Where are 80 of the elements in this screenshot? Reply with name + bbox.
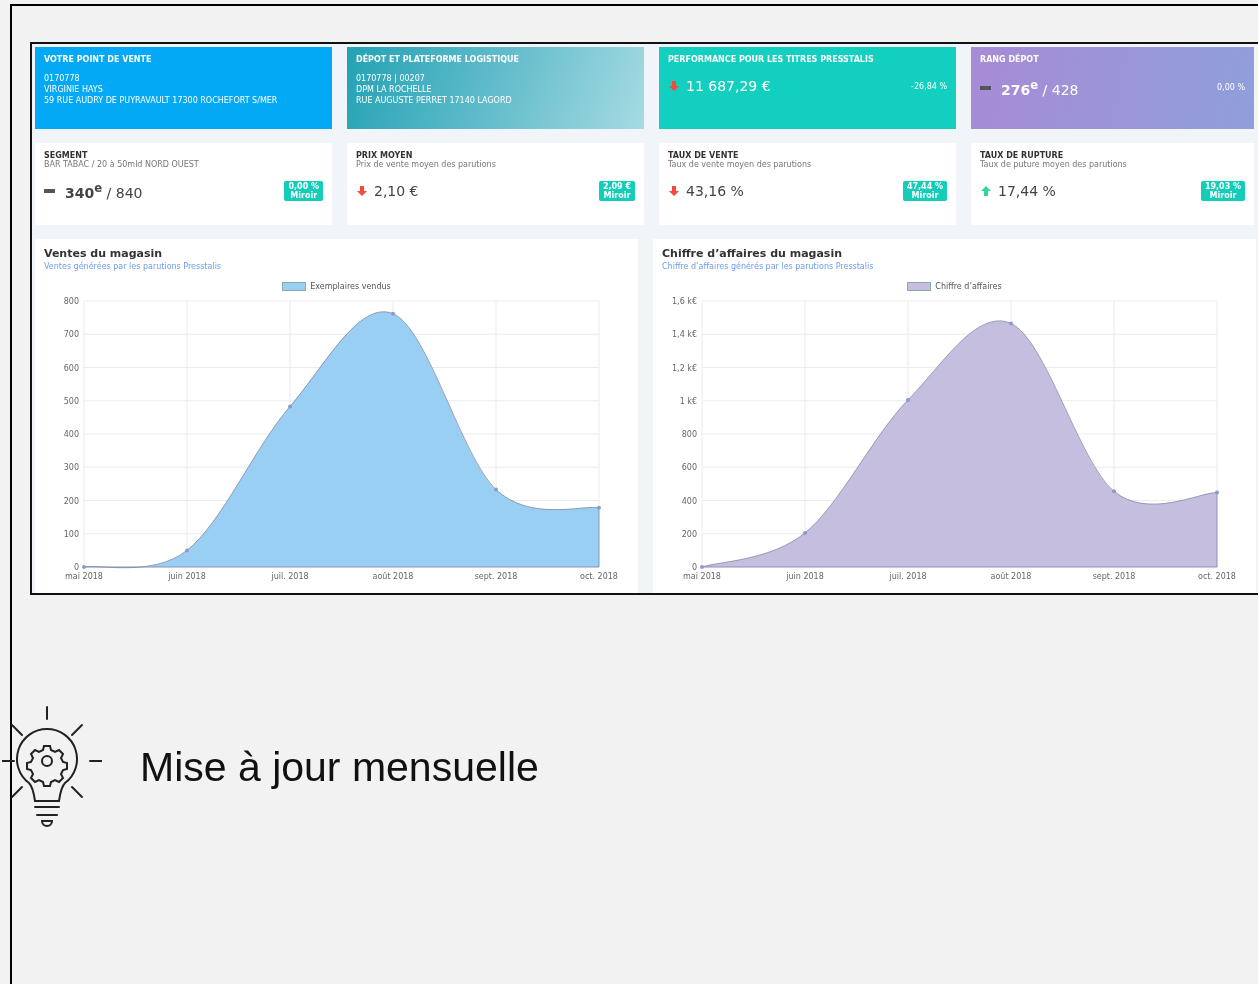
slide-caption: Mise à jour mensuelle <box>140 743 539 791</box>
x-axis-label: août 2018 <box>372 572 414 581</box>
data-point <box>494 487 498 492</box>
metric-value: 276$^{e}$ / 428 <box>1001 78 1080 98</box>
card-title: DÉPOT ET PLATEFORME LOGISTIQUE <box>356 55 520 64</box>
data-point <box>803 530 807 535</box>
metric-value: 340$^{e}$ / 840 <box>65 181 144 201</box>
card-subtitle: Taux de puture moyen des parutions <box>980 160 1128 169</box>
x-axis-label: sept. 2018 <box>474 572 518 581</box>
metric-value: 17,44 % <box>998 183 1057 199</box>
y-axis-label: 400 <box>681 496 697 506</box>
legend-label: Chiffre d’affaires <box>935 281 1002 291</box>
data-point <box>391 311 395 316</box>
x-axis-label: oct. 2018 <box>1198 572 1236 581</box>
y-axis-label: 200 <box>681 529 697 539</box>
change-percent: 0,00 % <box>1217 83 1245 93</box>
info-line: DPM LA ROCHELLE <box>356 84 433 95</box>
card-subtitle: Taux de vente moyen des parutions <box>668 160 813 169</box>
y-axis-label: 700 <box>63 330 79 340</box>
chart-subtitle: Chiffre d’affaires générés par les parutions Presstalis <box>662 262 875 271</box>
mirror-badge: 2,09 € Miroir <box>598 181 635 201</box>
card-title: PRIX MOYEN <box>356 151 414 160</box>
lightbulb-gear-icon <box>2 705 102 829</box>
data-point <box>906 397 910 402</box>
card-subtitle: BAR TABAC / 20 à 50mld NORD OUEST <box>44 160 200 169</box>
x-axis-label: mai 2018 <box>65 572 103 581</box>
info-line: 59 RUE AUDRY DE PUYRAVAULT 17300 ROCHEFORT S/MER <box>44 95 279 106</box>
x-axis-label: juil. 2018 <box>271 572 309 581</box>
mirror-badge: 19,03 % Miroir <box>1200 181 1245 201</box>
legend-label: Exemplaires vendus <box>310 281 391 291</box>
y-axis-label: 400 <box>63 430 79 439</box>
x-axis-label: juin 2018 <box>168 572 206 581</box>
chart-title: Ventes du magasin <box>44 247 164 260</box>
mirror-badge: 0,00 % Miroir <box>284 181 323 201</box>
y-axis-label: 600 <box>63 363 79 373</box>
card-title: SEGMENT <box>44 151 89 160</box>
info-line: RUE AUGUSTE PERRET 17140 LAGORD <box>356 95 513 106</box>
data-point <box>1112 489 1116 494</box>
y-axis-label: 1,6 k€ <box>672 297 697 306</box>
card-title: TAUX DE VENTE <box>668 151 740 160</box>
data-point <box>700 565 704 569</box>
info-line: 0170778 | 00207 <box>356 73 426 84</box>
card-title: RANG DÉPOT <box>980 55 1040 64</box>
metric-value: 43,16 % <box>686 183 745 199</box>
x-axis-label: juil. 2018 <box>889 572 927 581</box>
x-axis-label: oct. 2018 <box>580 572 618 581</box>
y-axis-label: 100 <box>63 529 79 539</box>
card-title: VOTRE POINT DE VENTE <box>44 55 153 64</box>
chart-subtitle: Ventes générées par les parutions Presstalis <box>44 262 223 271</box>
y-axis-label: 800 <box>63 297 79 306</box>
card-subtitle: Prix de vente moyen des parutions <box>356 160 497 169</box>
y-axis-label: 800 <box>681 430 697 439</box>
card-title: PERFORMANCE POUR LES TITRES PRESSTALIS <box>668 55 875 64</box>
y-axis-label: 0 <box>73 563 79 572</box>
metric-value: 2,10 € <box>374 183 420 199</box>
y-axis-label: 200 <box>63 496 79 506</box>
data-point <box>1009 321 1013 326</box>
y-axis-label: 0 <box>691 563 697 572</box>
x-axis-label: juin 2018 <box>786 572 824 581</box>
y-axis-label: 1 k€ <box>679 396 697 406</box>
change-percent: -26,84 % <box>911 81 947 91</box>
x-axis-label: sept. 2018 <box>1092 572 1136 581</box>
y-axis-label: 600 <box>681 463 697 473</box>
x-axis-label: mai 2018 <box>683 572 721 581</box>
data-point <box>1215 490 1219 495</box>
data-point <box>288 404 292 409</box>
data-point <box>597 505 601 510</box>
y-axis-label: 300 <box>63 463 79 473</box>
mirror-badge: 47,44 % Miroir <box>902 181 947 201</box>
chart-title: Chiffre d’affaires du magasin <box>662 247 843 260</box>
x-axis-label: août 2018 <box>990 572 1032 581</box>
y-axis-label: 500 <box>63 396 79 406</box>
metric-value: 11 687,29 € <box>686 78 772 94</box>
card-title: TAUX DE RUPTURE <box>980 151 1065 160</box>
info-line: VIRGINIE HAYS <box>44 84 104 95</box>
info-line: 0170778 <box>44 73 81 84</box>
data-point <box>185 548 189 553</box>
data-point <box>82 565 86 569</box>
y-axis-label: 1,2 k€ <box>672 363 697 373</box>
y-axis-label: 1,4 k€ <box>672 330 697 340</box>
